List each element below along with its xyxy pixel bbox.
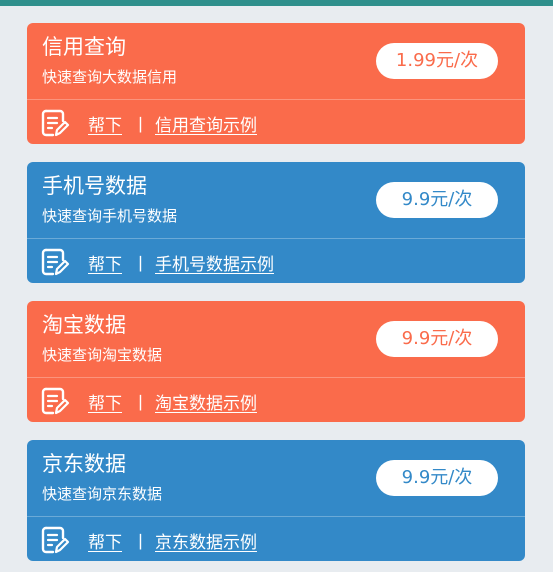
edit-document-icon xyxy=(40,386,70,416)
service-card-2[interactable]: 手机号数据 快速查询手机号数据 9.9元/次 帮下 丨 手机号数据示例 xyxy=(27,162,525,283)
price-badge: 1.99元/次 xyxy=(376,43,498,79)
service-card-1[interactable]: 信用查询 快速查询大数据信用 1.99元/次 帮下 丨 信用查询示例 xyxy=(27,23,525,144)
card-subtitle: 快速查询手机号数据 xyxy=(42,207,178,225)
help-link[interactable]: 帮下 xyxy=(88,111,122,136)
help-link[interactable]: 帮下 xyxy=(88,389,122,414)
card-title: 京东数据 xyxy=(42,452,126,476)
price-badge: 9.9元/次 xyxy=(376,182,498,218)
card-title: 手机号数据 xyxy=(42,174,147,198)
separator: 丨 xyxy=(132,115,149,136)
help-link[interactable]: 帮下 xyxy=(88,528,122,553)
service-card-3[interactable]: 淘宝数据 快速查询淘宝数据 9.9元/次 帮下 丨 淘宝数据示例 xyxy=(27,301,525,422)
example-link[interactable]: 淘宝数据示例 xyxy=(155,389,257,414)
price-badge: 9.9元/次 xyxy=(376,321,498,357)
edit-document-icon xyxy=(40,247,70,277)
card-divider xyxy=(27,377,525,378)
service-card-4[interactable]: 京东数据 快速查询京东数据 9.9元/次 帮下 丨 京东数据示例 xyxy=(27,440,525,561)
card-subtitle: 快速查询淘宝数据 xyxy=(42,346,163,364)
price-badge: 9.9元/次 xyxy=(376,460,498,496)
card-divider xyxy=(27,238,525,239)
example-link[interactable]: 手机号数据示例 xyxy=(155,250,274,275)
card-subtitle: 快速查询大数据信用 xyxy=(42,68,178,86)
card-title: 淘宝数据 xyxy=(42,313,126,337)
card-title: 信用查询 xyxy=(42,35,126,59)
card-subtitle: 快速查询京东数据 xyxy=(42,485,163,503)
top-strip xyxy=(0,0,553,6)
separator: 丨 xyxy=(132,532,149,553)
edit-document-icon xyxy=(40,525,70,555)
separator: 丨 xyxy=(132,254,149,275)
card-footer: 帮下 丨 信用查询示例 xyxy=(40,108,257,138)
separator: 丨 xyxy=(132,393,149,414)
card-footer: 帮下 丨 京东数据示例 xyxy=(40,525,257,555)
card-footer: 帮下 丨 淘宝数据示例 xyxy=(40,386,257,416)
help-link[interactable]: 帮下 xyxy=(88,250,122,275)
example-link[interactable]: 京东数据示例 xyxy=(155,528,257,553)
edit-document-icon xyxy=(40,108,70,138)
example-link[interactable]: 信用查询示例 xyxy=(155,111,257,136)
card-divider xyxy=(27,516,525,517)
card-footer: 帮下 丨 手机号数据示例 xyxy=(40,247,274,277)
card-divider xyxy=(27,99,525,100)
